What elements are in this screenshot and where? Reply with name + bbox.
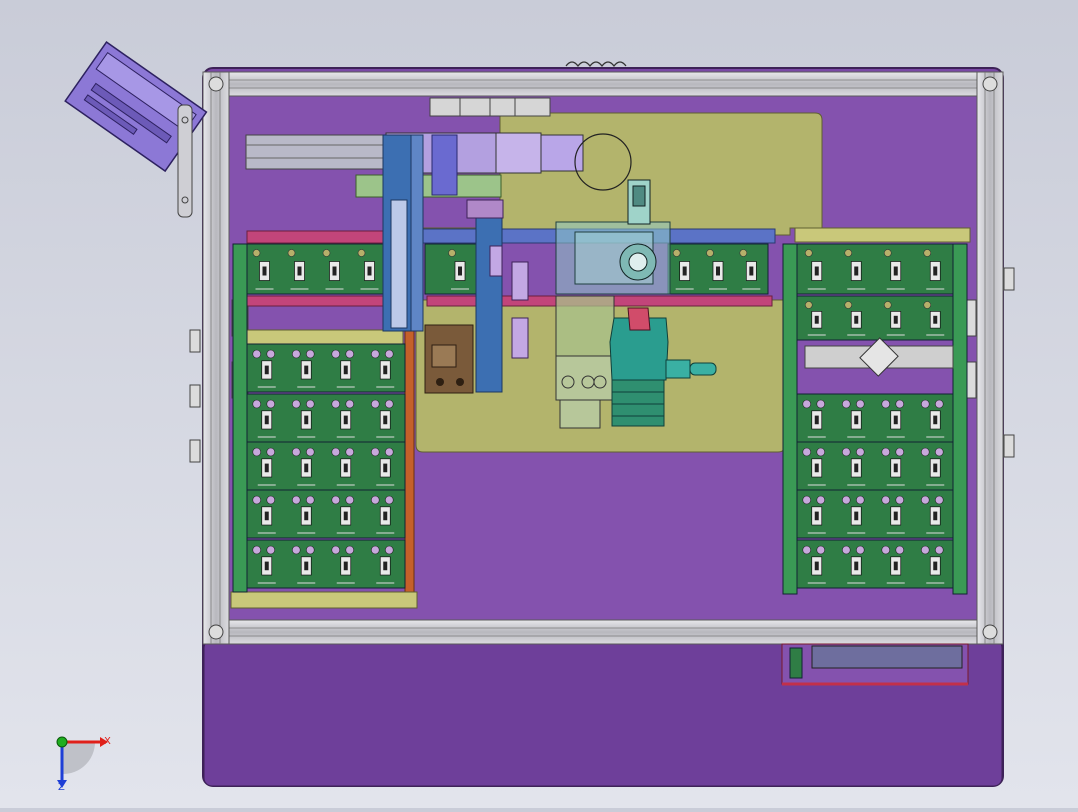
pcb-board [796,441,956,491]
drawer-extension [781,643,969,686]
brown-bracket [424,324,474,394]
pcb-board [246,489,406,539]
z-axis-label: Z [58,782,65,793]
pcb-board [796,243,956,295]
pcb-board [246,243,388,295]
pcb-board [796,489,956,539]
pcb-board [796,539,956,589]
pcb-board [246,343,406,393]
pcb-board [246,539,406,589]
pcb-board [796,295,956,341]
pcb-board [667,243,769,295]
pcb-board [246,393,406,443]
cad-assembly-top-view: X Z [0,0,1078,808]
cad-viewport[interactable]: X Z [0,0,1078,808]
y-axis-dot [56,736,68,748]
x-axis-label: X [104,736,111,747]
pcb-board [246,441,406,491]
pcb-board [796,393,956,443]
orange-guide-strip [404,329,415,593]
control-box-bracket [177,104,193,218]
